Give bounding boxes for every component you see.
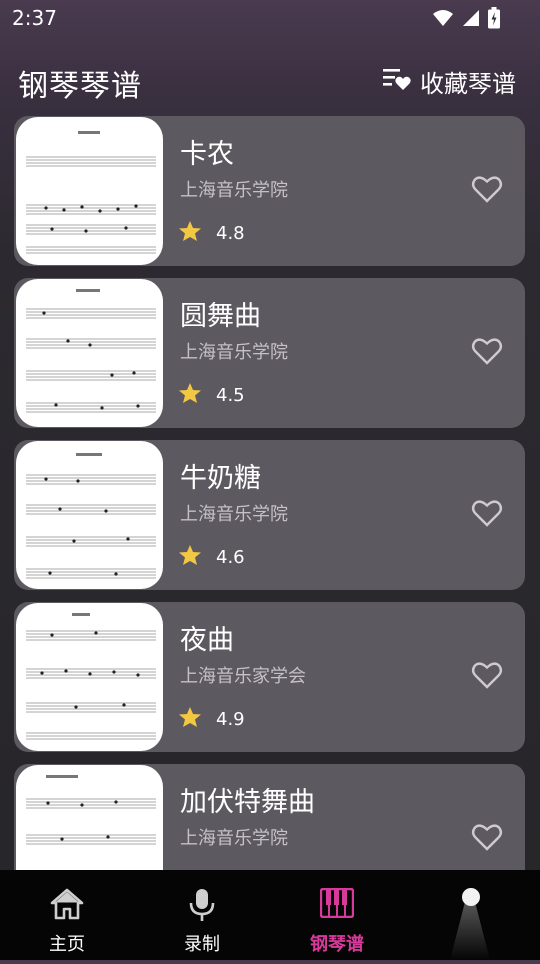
score-card[interactable]: 卡农 上海音乐学院 4.8: [14, 116, 525, 266]
score-publisher: 上海音乐学院: [180, 828, 288, 849]
score-title: 加伏特舞曲: [180, 787, 315, 818]
header: 钢琴琴谱 收藏琴谱: [0, 52, 540, 112]
favorites-link[interactable]: 收藏琴谱: [382, 64, 516, 99]
score-title: 圆舞曲: [180, 301, 261, 332]
score-rating: 4.8: [178, 220, 245, 247]
sheet-music-thumbnail: [16, 117, 163, 265]
score-rating: 4.9: [178, 706, 245, 733]
score-list: 卡农 上海音乐学院 4.8 圆舞曲 上海音乐学院 4.5 牛奶糖 上海音乐学院 …: [14, 116, 525, 926]
sheet-music-thumbnail: [16, 279, 163, 427]
favorites-label: 收藏琴谱: [420, 70, 516, 98]
status-time: 2:37: [12, 6, 57, 30]
signal-icon: [462, 9, 480, 31]
battery-icon: [488, 7, 500, 33]
nav-piano-scores[interactable]: 钢琴谱: [277, 870, 397, 960]
heart-outline-icon: [471, 824, 503, 856]
nav-record[interactable]: 录制: [142, 870, 262, 960]
score-publisher: 上海音乐家学会: [180, 666, 306, 687]
score-publisher: 上海音乐学院: [180, 504, 288, 525]
nav-home-label: 主页: [49, 934, 85, 955]
home-icon: [7, 888, 127, 924]
rating-value: 4.5: [216, 385, 245, 406]
score-publisher: 上海音乐学院: [180, 342, 288, 363]
nav-home[interactable]: 主页: [7, 870, 127, 960]
star-icon: [178, 382, 202, 409]
score-title: 夜曲: [180, 625, 234, 656]
star-icon: [178, 706, 202, 733]
heart-outline-icon: [471, 500, 503, 532]
score-card[interactable]: 夜曲 上海音乐家学会 4.9: [14, 602, 525, 752]
piano-icon: [277, 888, 397, 924]
nav-record-label: 录制: [184, 934, 220, 955]
favorite-heart-button[interactable]: [471, 660, 503, 694]
score-title: 牛奶糖: [180, 463, 261, 494]
sheet-music-thumbnail: [16, 603, 163, 751]
favorite-heart-button[interactable]: [471, 498, 503, 532]
score-rating: 4.6: [178, 544, 245, 571]
wifi-icon: [432, 9, 454, 31]
rating-value: 4.8: [216, 223, 245, 244]
star-icon: [178, 220, 202, 247]
bottom-nav: 主页 录制 钢琴谱: [0, 870, 540, 960]
sheet-music-thumbnail: [16, 441, 163, 589]
score-card[interactable]: 圆舞曲 上海音乐学院 4.5: [14, 278, 525, 428]
microphone-icon: [142, 888, 262, 924]
heart-outline-icon: [471, 662, 503, 694]
score-publisher: 上海音乐学院: [180, 180, 288, 201]
heart-outline-icon: [471, 338, 503, 370]
heart-outline-icon: [471, 176, 503, 208]
status-bar: 2:37: [0, 0, 540, 36]
nav-light-indicator: [440, 870, 500, 960]
score-title: 卡农: [180, 139, 234, 170]
star-icon: [178, 544, 202, 571]
page-title: 钢琴琴谱: [18, 69, 142, 104]
status-icons: [432, 7, 500, 33]
favorite-heart-button[interactable]: [471, 174, 503, 208]
score-rating: 4.5: [178, 382, 245, 409]
rating-value: 4.6: [216, 547, 245, 568]
rating-value: 4.9: [216, 709, 245, 730]
favorite-heart-button[interactable]: [471, 336, 503, 370]
playlist-heart-icon: [382, 66, 412, 98]
favorite-heart-button[interactable]: [471, 822, 503, 856]
score-card[interactable]: 牛奶糖 上海音乐学院 4.6: [14, 440, 525, 590]
nav-piano-scores-label: 钢琴谱: [310, 934, 364, 955]
